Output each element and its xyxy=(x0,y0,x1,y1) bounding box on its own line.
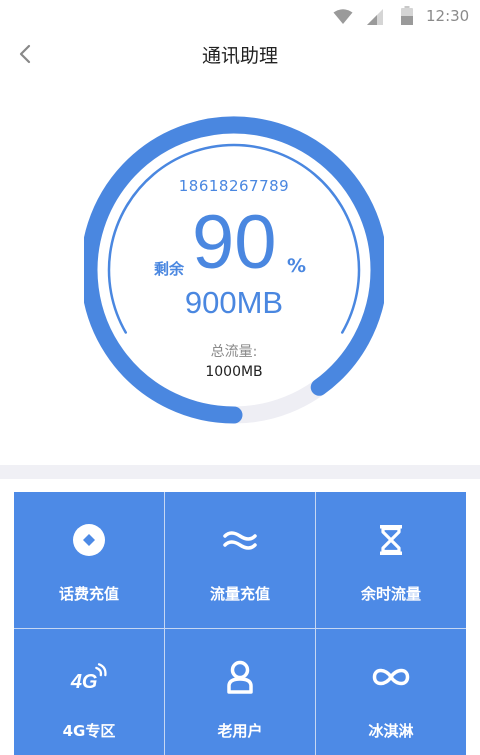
grid-item-label: 冰淇淋 xyxy=(368,722,414,740)
infinity-icon xyxy=(371,657,411,697)
phone-number: 18618267789 xyxy=(178,177,290,195)
svg-text:4G: 4G xyxy=(70,671,98,693)
grid-divider xyxy=(164,492,165,755)
remaining-label: 剩余 xyxy=(154,260,185,278)
grid-item-data-recharge[interactable]: 流量充值 xyxy=(165,492,315,628)
status-bar: 12:30 xyxy=(0,0,480,34)
hourglass-icon xyxy=(371,520,411,560)
function-grid: 话费充值 流量充值 余时流量 4G 4G专区 老用户 冰淇淋 xyxy=(14,492,466,755)
total-data-label: 总流量: xyxy=(210,344,258,360)
grid-item-old-user[interactable]: 老用户 xyxy=(165,629,315,755)
wifi-icon xyxy=(333,9,353,24)
grid-item-label: 4G专区 xyxy=(62,722,116,740)
4g-icon: 4G xyxy=(69,657,109,697)
total-data-value: 1000MB xyxy=(205,364,263,380)
coin-icon xyxy=(69,520,109,560)
header: 通讯助理 xyxy=(0,34,480,74)
grid-divider xyxy=(315,492,316,755)
status-time: 12:30 xyxy=(426,7,470,25)
wave-icon xyxy=(220,520,260,560)
signal-icon xyxy=(367,9,383,25)
grid-item-label: 老用户 xyxy=(217,722,263,740)
percent-row: 剩余 90 % xyxy=(84,203,384,283)
section-divider xyxy=(0,465,480,479)
user-icon xyxy=(220,657,260,697)
grid-item-label: 流量充值 xyxy=(209,585,270,603)
grid-item-4g-zone[interactable]: 4G 4G专区 xyxy=(14,629,164,755)
grid-divider xyxy=(14,628,466,629)
remaining-percent: 90 xyxy=(192,200,277,285)
percent-sign: % xyxy=(287,255,307,277)
data-usage-gauge: 18618267789 剩余 90 % 900MB 总流量: 1000MB xyxy=(84,115,384,425)
remaining-data: 900MB xyxy=(184,285,284,320)
battery-icon xyxy=(401,6,413,25)
grid-item-bill-recharge[interactable]: 话费充值 xyxy=(14,492,164,628)
grid-item-ice-cream[interactable]: 冰淇淋 xyxy=(316,629,466,755)
page-title: 通讯助理 xyxy=(201,45,278,67)
grid-item-spare-time-data[interactable]: 余时流量 xyxy=(316,492,466,628)
grid-item-label: 话费充值 xyxy=(58,585,119,603)
grid-item-label: 余时流量 xyxy=(360,585,421,603)
